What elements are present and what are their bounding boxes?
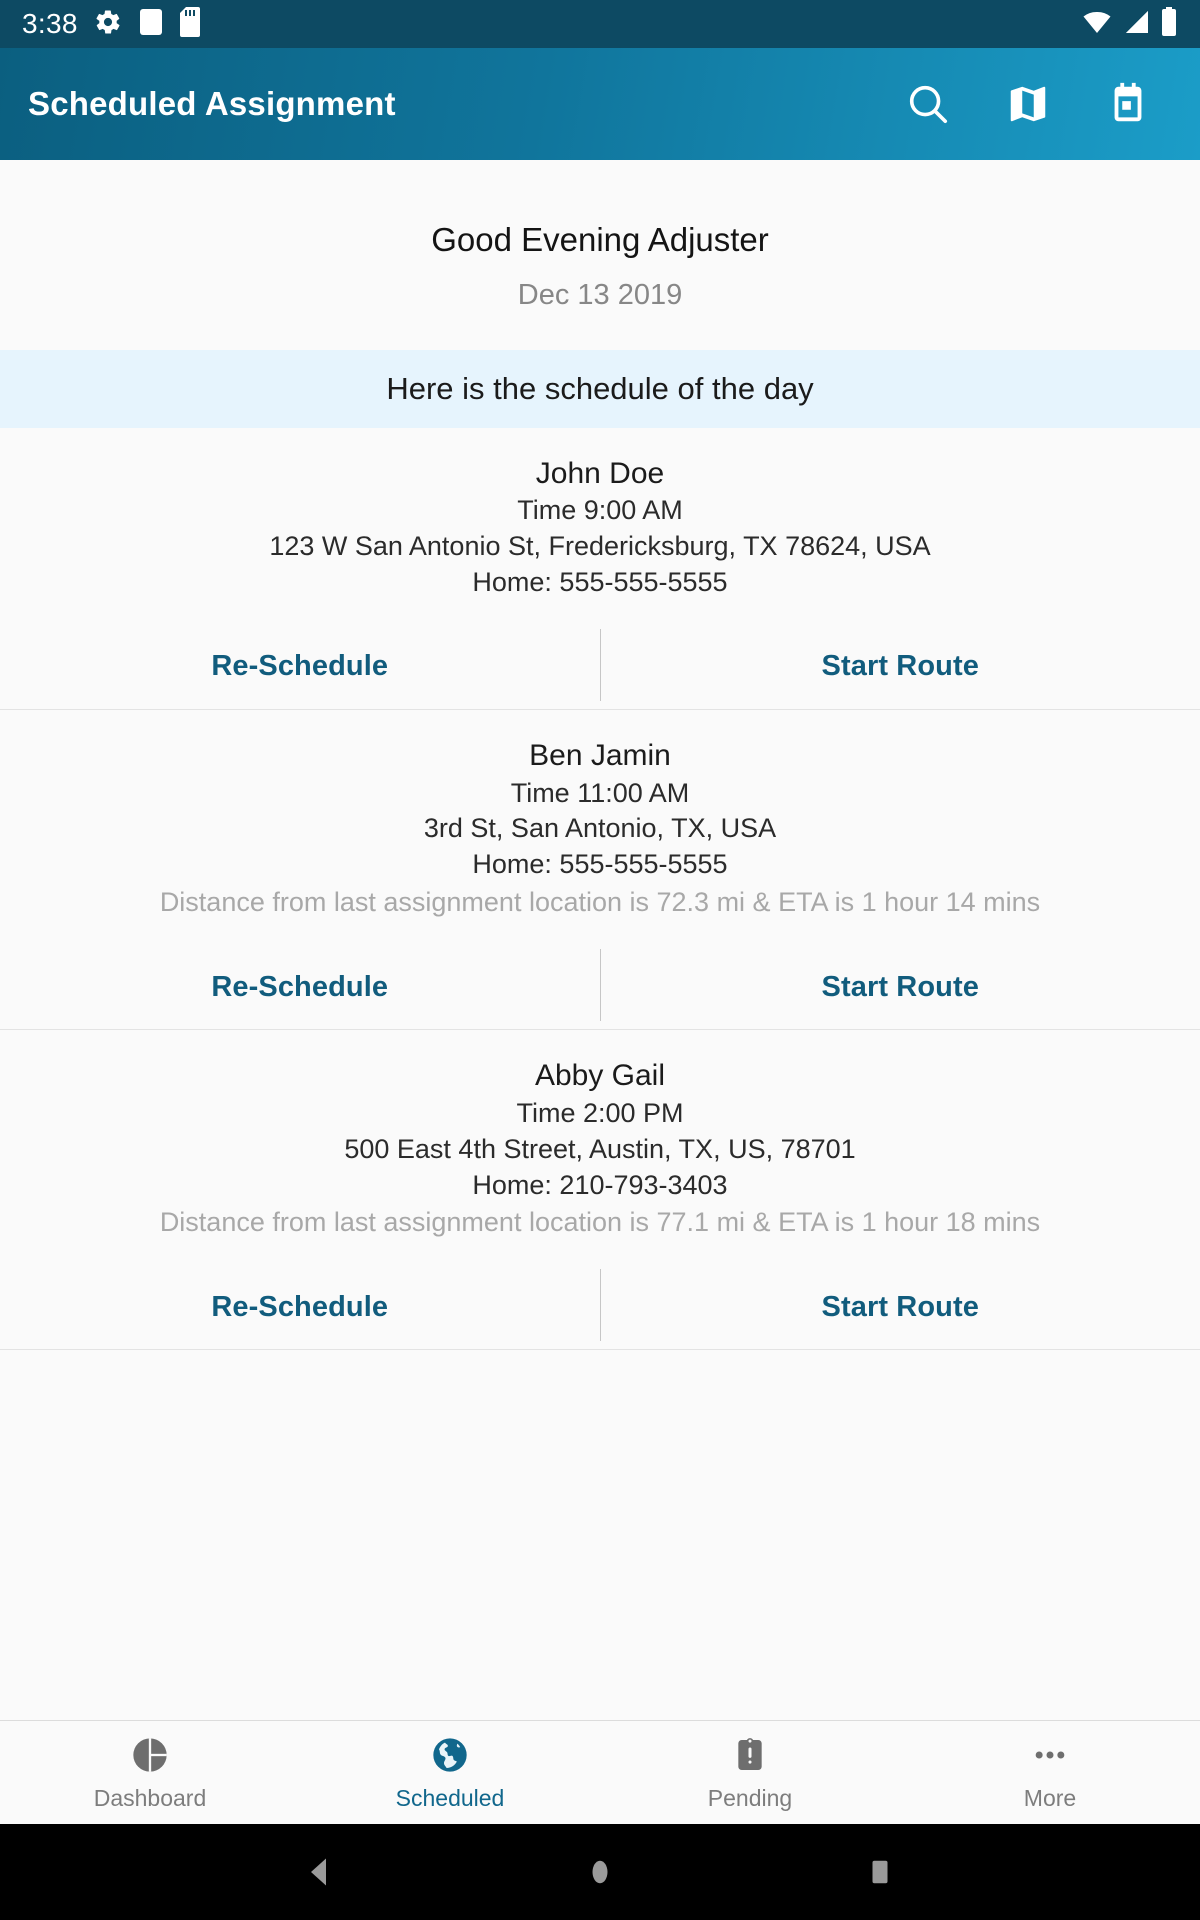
nav-item-dashboard[interactable]: Dashboard bbox=[0, 1734, 300, 1812]
home-button[interactable] bbox=[555, 1827, 645, 1917]
assignment-phone: Home: 210-793-3403 bbox=[472, 1169, 728, 1200]
search-icon[interactable] bbox=[902, 78, 954, 130]
bottom-navigation: Dashboard Scheduled Pending More bbox=[0, 1720, 1200, 1824]
back-button[interactable] bbox=[275, 1827, 365, 1917]
calendar-icon[interactable] bbox=[1102, 78, 1154, 130]
reschedule-button[interactable]: Re-Schedule bbox=[0, 625, 600, 709]
clipboard-alert-icon bbox=[730, 1734, 770, 1776]
app-bar: Scheduled Assignment bbox=[0, 48, 1200, 160]
white-square-icon bbox=[138, 7, 164, 42]
assignment-time: Time 11:00 AM bbox=[510, 777, 690, 808]
nav-item-more[interactable]: More bbox=[900, 1734, 1200, 1812]
assignment-actions: Re-Schedule Start Route bbox=[0, 945, 1200, 1029]
assignment-time: Time 2:00 PM bbox=[516, 1097, 684, 1128]
assignment-actions: Re-Schedule Start Route bbox=[0, 1265, 1200, 1349]
start-route-button[interactable]: Start Route bbox=[601, 945, 1200, 1029]
assignment-phone: Home: 555-555-5555 bbox=[472, 567, 728, 597]
greeting-section: Good Evening Adjuster Dec 13 2019 bbox=[0, 160, 1200, 312]
assignment-name: John Doe bbox=[535, 456, 665, 490]
battery-icon bbox=[1160, 6, 1178, 42]
assignment-address: 123 W San Antonio St, Fredericksburg, TX… bbox=[269, 531, 931, 562]
assignment-list: John Doe Time 9:00 AM 123 W San Antonio … bbox=[0, 427, 1200, 1351]
empty-space bbox=[0, 1350, 1200, 1720]
assignment-details: John Doe Time 9:00 AM 123 W San Antonio … bbox=[0, 454, 1200, 601]
schedule-banner-text: Here is the schedule of the day bbox=[386, 370, 814, 406]
assignment-card[interactable]: Abby Gail Time 2:00 PM 500 East 4th Stre… bbox=[0, 1030, 1200, 1351]
system-navigation-bar bbox=[0, 1824, 1200, 1920]
reschedule-button[interactable]: Re-Schedule bbox=[0, 945, 600, 1029]
nav-label-more: More bbox=[1023, 1784, 1077, 1811]
wifi-icon bbox=[1082, 9, 1112, 40]
assignment-actions: Re-Schedule Start Route bbox=[0, 625, 1200, 709]
assignment-address: 500 East 4th Street, Austin, TX, US, 787… bbox=[344, 1133, 856, 1164]
assignment-card[interactable]: Ben Jamin Time 11:00 AM 3rd St, San Anto… bbox=[0, 709, 1200, 1031]
reschedule-button[interactable]: Re-Schedule bbox=[0, 1265, 600, 1349]
greeting-title: Good Evening Adjuster bbox=[431, 221, 769, 258]
cellular-signal-icon bbox=[1122, 9, 1150, 40]
assignment-details: Ben Jamin Time 11:00 AM 3rd St, San Anto… bbox=[0, 736, 1200, 921]
nav-label-scheduled: Scheduled bbox=[395, 1784, 505, 1811]
globe-icon bbox=[430, 1734, 470, 1776]
status-bar-left: 3:38 bbox=[22, 6, 204, 42]
nav-label-pending: Pending bbox=[707, 1784, 793, 1811]
assignment-card[interactable]: John Doe Time 9:00 AM 123 W San Antonio … bbox=[0, 427, 1200, 710]
pie-chart-icon bbox=[130, 1734, 170, 1776]
main-content: Good Evening Adjuster Dec 13 2019 Here i… bbox=[0, 160, 1200, 1720]
assignment-address: 3rd St, San Antonio, TX, USA bbox=[423, 813, 777, 844]
app-bar-actions bbox=[902, 78, 1172, 130]
gear-icon bbox=[94, 8, 122, 41]
assignment-time: Time 9:00 AM bbox=[517, 495, 683, 526]
start-route-button[interactable]: Start Route bbox=[601, 625, 1200, 709]
assignment-phone: Home: 555-555-5555 bbox=[472, 849, 728, 880]
assignment-name: Ben Jamin bbox=[529, 738, 671, 772]
status-bar-right bbox=[1082, 6, 1178, 42]
start-route-button[interactable]: Start Route bbox=[601, 1265, 1200, 1349]
map-icon[interactable] bbox=[1002, 78, 1054, 130]
sd-card-icon bbox=[179, 6, 204, 42]
assignment-name: Abby Gail bbox=[534, 1059, 666, 1093]
recents-button[interactable] bbox=[835, 1827, 925, 1917]
greeting-date: Dec 13 2019 bbox=[517, 278, 683, 311]
page-title: Scheduled Assignment bbox=[28, 85, 396, 122]
status-bar: 3:38 bbox=[0, 0, 1200, 48]
nav-item-scheduled[interactable]: Scheduled bbox=[300, 1734, 600, 1812]
more-dots-icon bbox=[1030, 1734, 1070, 1776]
nav-label-dashboard: Dashboard bbox=[93, 1784, 207, 1811]
assignment-details: Abby Gail Time 2:00 PM 500 East 4th Stre… bbox=[0, 1056, 1200, 1241]
schedule-banner: Here is the schedule of the day bbox=[0, 349, 1200, 428]
assignment-distance: Distance from last assignment location i… bbox=[159, 1207, 1041, 1238]
nav-item-pending[interactable]: Pending bbox=[600, 1734, 900, 1812]
status-bar-clock: 3:38 bbox=[22, 8, 78, 39]
assignment-distance: Distance from last assignment location i… bbox=[159, 887, 1041, 918]
app-screen: 3:38 Scheduled Assignment Good Evening A… bbox=[0, 0, 1200, 1920]
